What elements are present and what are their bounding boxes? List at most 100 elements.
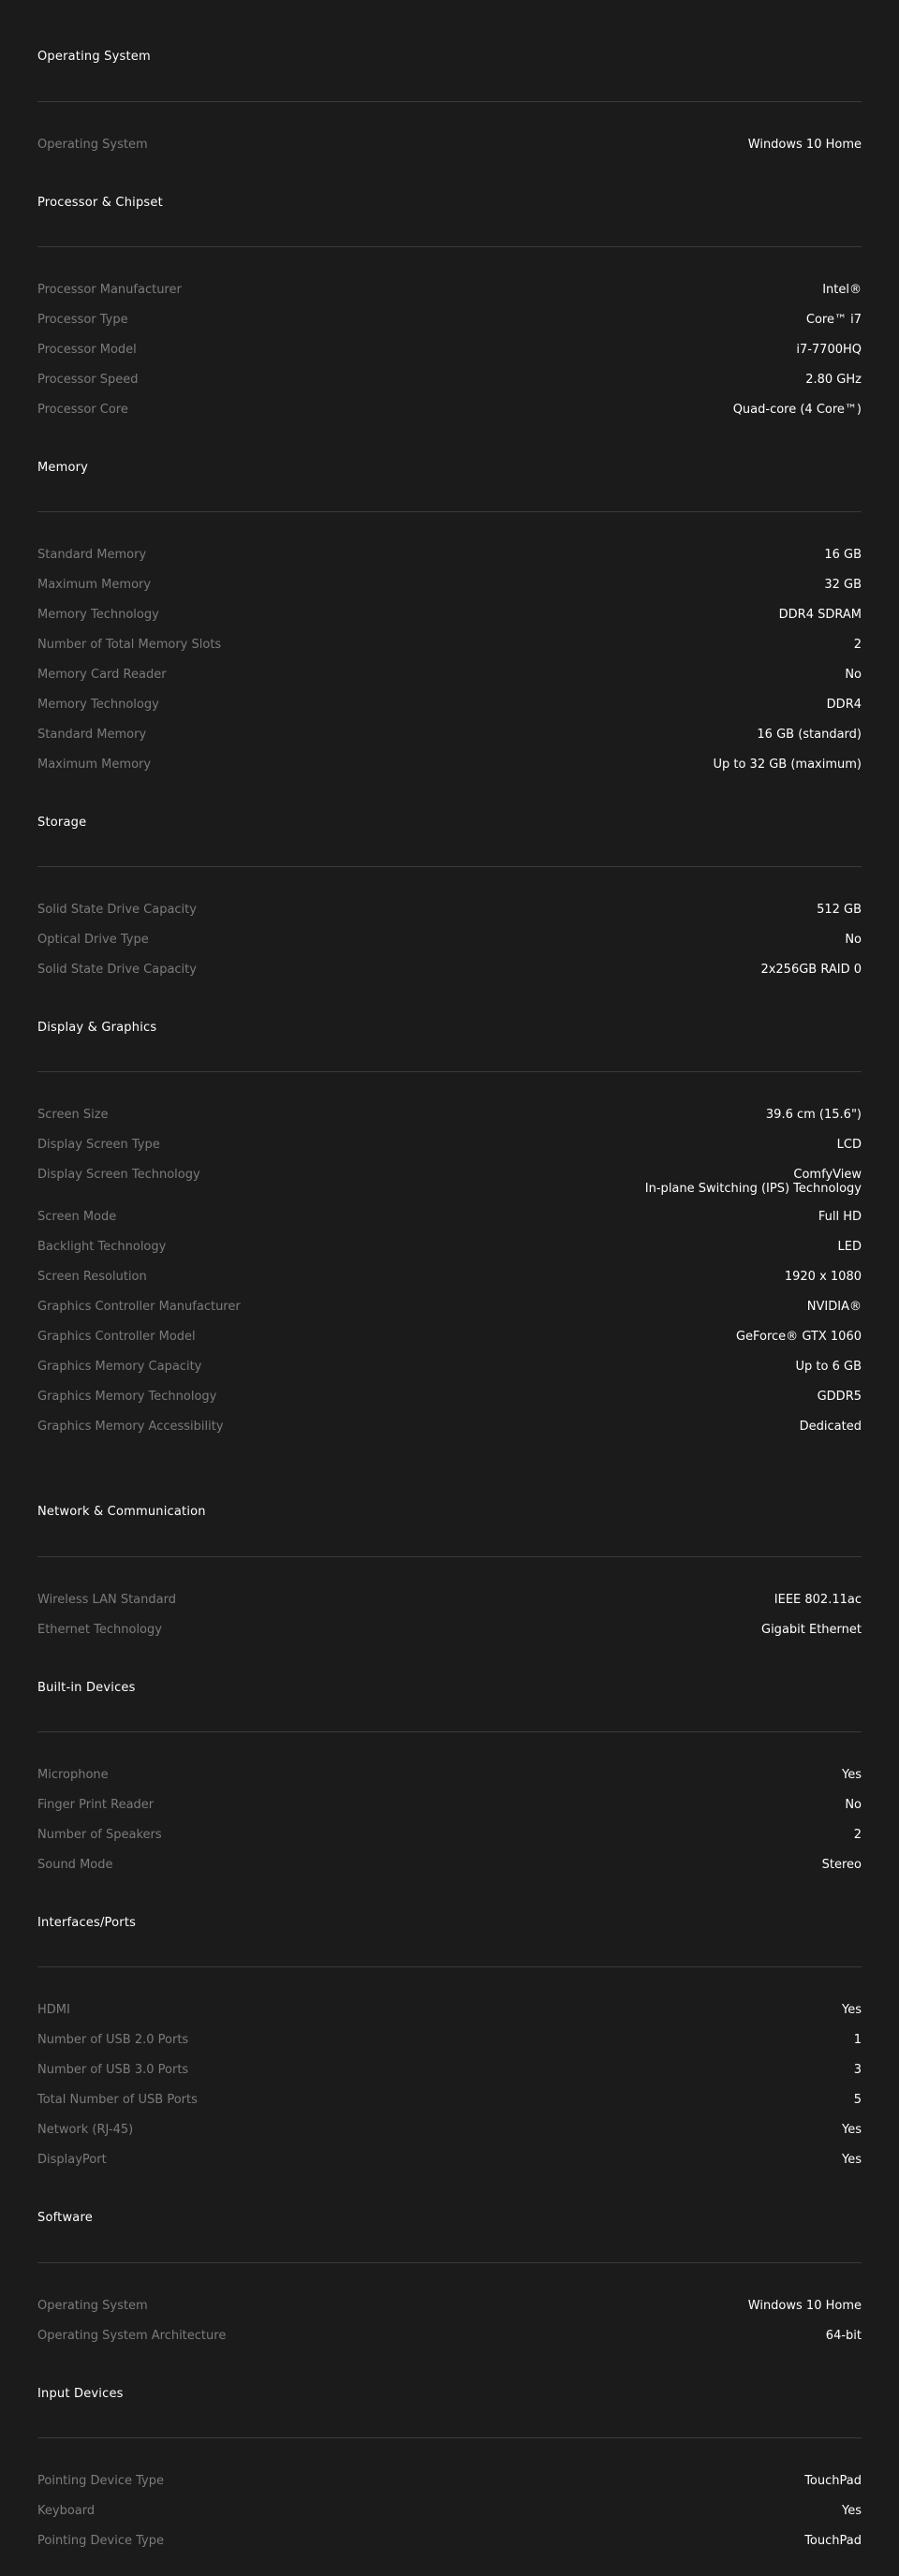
- spec-row: Number of Speakers 2: [37, 1828, 862, 1842]
- spec-value: 64-bit: [825, 2329, 862, 2343]
- spec-row: Screen Size 39.6 cm (15.6"): [37, 1108, 862, 1122]
- spec-label: Screen Resolution: [37, 1270, 147, 1284]
- spec-row: Operating System Architecture 64-bit: [37, 2329, 862, 2343]
- spec-row: Screen Resolution 1920 x 1080: [37, 1270, 862, 1284]
- spec-label: Display Screen Type: [37, 1138, 160, 1152]
- spec-value: Yes: [842, 2153, 862, 2167]
- spec-label: Maximum Memory: [37, 758, 152, 772]
- spec-label: Standard Memory: [37, 728, 147, 742]
- spec-value-line: In-plane Switching (IPS) Technology: [644, 1182, 862, 1196]
- section-title-built-in-devices: Built-in Devices: [37, 1681, 136, 1695]
- spec-label: Memory Card Reader: [37, 668, 167, 682]
- spec-label: Operating System Architecture: [37, 2329, 227, 2343]
- spec-row: Graphics Memory Accessibility Dedicated: [37, 1420, 862, 1434]
- section-title-network-communication: Network & Communication: [37, 1505, 206, 1519]
- spec-row: Operating System Windows 10 Home: [37, 2299, 862, 2313]
- spec-label: Processor Speed: [37, 373, 139, 387]
- spec-row: Processor Core Quad-core (4 Core™): [37, 403, 862, 417]
- spec-row: Maximum Memory 32 GB: [37, 578, 862, 592]
- spec-label: Optical Drive Type: [37, 933, 149, 947]
- spec-value: LCD: [836, 1138, 862, 1152]
- spec-value: Yes: [842, 1768, 862, 1782]
- spec-label: Ethernet Technology: [37, 1623, 162, 1637]
- spec-label: Graphics Memory Accessibility: [37, 1420, 224, 1434]
- spec-label: Wireless LAN Standard: [37, 1593, 176, 1607]
- spec-label: Standard Memory: [37, 548, 147, 562]
- spec-row: Number of Total Memory Slots 2: [37, 638, 862, 652]
- section-divider: [37, 866, 862, 867]
- spec-value: Stereo: [821, 1858, 862, 1872]
- specifications-list: Operating System Operating System Windows…: [0, 0, 899, 2576]
- spec-label: Processor Core: [37, 403, 128, 417]
- section-divider: [37, 2437, 862, 2438]
- spec-value: 2.80 GHz: [805, 373, 862, 387]
- spec-value: 2x256GB RAID 0: [760, 963, 862, 977]
- spec-value: Core™ i7: [805, 313, 862, 327]
- spec-label: Number of USB 3.0 Ports: [37, 2063, 189, 2077]
- spec-row: Solid State Drive Capacity 512 GB: [37, 903, 862, 917]
- spec-value: Quad-core (4 Core™): [732, 403, 862, 417]
- spec-value: NVIDIA®: [806, 1300, 862, 1314]
- spec-value: No: [845, 933, 862, 947]
- spec-value: GeForce® GTX 1060: [735, 1330, 862, 1344]
- spec-label: Graphics Controller Manufacturer: [37, 1300, 241, 1314]
- section-divider: [37, 246, 862, 247]
- spec-value-multiline: ComfyView In-plane Switching (IPS) Techno…: [645, 1168, 862, 1196]
- spec-label: Graphics Controller Model: [37, 1330, 196, 1344]
- spec-row: Wireless LAN Standard IEEE 802.11ac: [37, 1593, 862, 1607]
- spec-value: TouchPad: [804, 2474, 862, 2488]
- spec-value: 2: [853, 638, 862, 652]
- spec-value: Yes: [842, 2123, 862, 2137]
- spec-value: Windows 10 Home: [747, 2299, 862, 2313]
- spec-label: Graphics Memory Technology: [37, 1390, 217, 1404]
- section-title-software: Software: [37, 2211, 93, 2225]
- section-divider: [37, 2262, 862, 2263]
- section-divider: [37, 1556, 862, 1557]
- section-divider: [37, 511, 862, 512]
- spec-label: Number of Total Memory Slots: [37, 638, 222, 652]
- spec-label: Finger Print Reader: [37, 1798, 155, 1812]
- spec-row: Processor Model i7-7700HQ: [37, 343, 862, 357]
- section-title-processor-chipset: Processor & Chipset: [37, 196, 163, 210]
- spec-value: 2: [853, 1828, 862, 1842]
- spec-label: Operating System: [37, 138, 148, 152]
- spec-label: Number of Speakers: [37, 1828, 162, 1842]
- section-title-input-devices: Input Devices: [37, 2387, 124, 2401]
- spec-row: Network (RJ-45) Yes: [37, 2123, 862, 2137]
- spec-label: Processor Manufacturer: [37, 283, 182, 297]
- spec-value: i7-7700HQ: [796, 343, 862, 357]
- spec-label: Microphone: [37, 1768, 109, 1782]
- spec-value: 16 GB: [824, 548, 862, 562]
- spec-value: 512 GB: [817, 903, 862, 917]
- spec-row: Standard Memory 16 GB: [37, 548, 862, 562]
- spec-row: Display Screen Type LCD: [37, 1138, 862, 1152]
- spec-value: 39.6 cm (15.6"): [765, 1108, 862, 1122]
- spec-row: Total Number of USB Ports 5: [37, 2093, 862, 2107]
- spec-label: Operating System: [37, 2299, 148, 2313]
- spec-label: Pointing Device Type: [37, 2534, 164, 2548]
- spec-label: DisplayPort: [37, 2153, 107, 2167]
- spec-value: TouchPad: [804, 2534, 862, 2548]
- spec-value: 32 GB: [824, 578, 862, 592]
- spec-value: 1: [853, 2033, 862, 2047]
- spec-label: Graphics Memory Capacity: [37, 1360, 202, 1374]
- section-title-operating-system: Operating System: [37, 50, 151, 64]
- spec-value: Yes: [842, 2003, 862, 2017]
- spec-row: Display Screen Technology ComfyView In-pla…: [37, 1168, 862, 1196]
- spec-value-line: ComfyView: [793, 1168, 862, 1182]
- spec-value: 1920 x 1080: [784, 1270, 862, 1284]
- spec-value: Intel®: [822, 283, 862, 297]
- section-title-storage: Storage: [37, 816, 87, 830]
- spec-value: 5: [853, 2093, 862, 2107]
- spec-label: Sound Mode: [37, 1858, 113, 1872]
- spec-label: Keyboard: [37, 2504, 96, 2518]
- spec-label: Maximum Memory: [37, 578, 152, 592]
- spec-value: Windows 10 Home: [747, 138, 862, 152]
- spec-value: No: [845, 1798, 862, 1812]
- spec-value: Full HD: [818, 1210, 862, 1224]
- spec-value: IEEE 802.11ac: [774, 1593, 862, 1607]
- spec-value: 3: [853, 2063, 862, 2077]
- spec-label: Screen Size: [37, 1108, 109, 1122]
- spec-label: Total Number of USB Ports: [37, 2093, 198, 2107]
- spec-row: Operating System Windows 10 Home: [37, 138, 862, 152]
